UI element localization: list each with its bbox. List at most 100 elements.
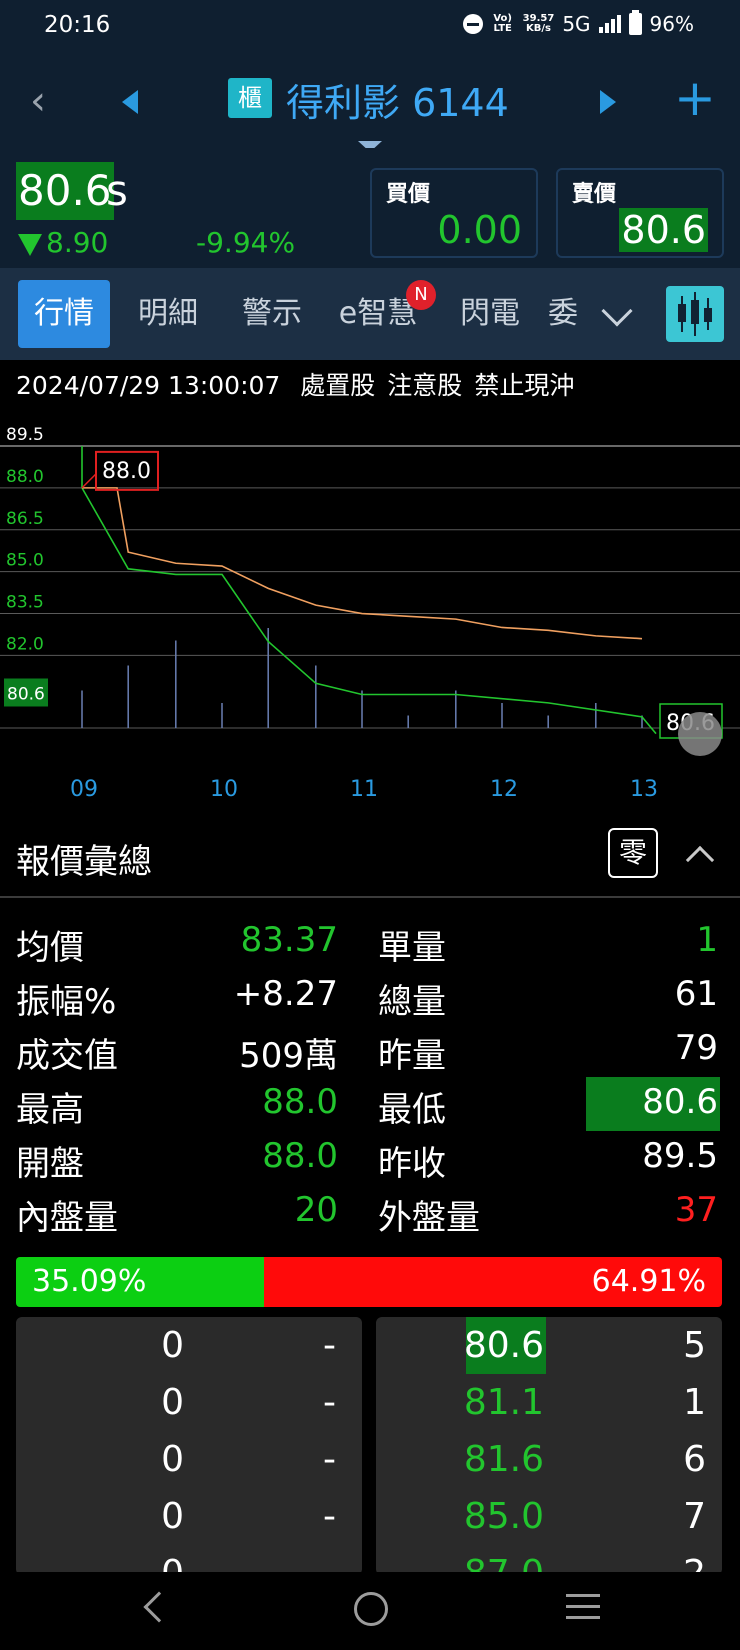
tab-alerts[interactable]: 警示 — [222, 280, 322, 348]
bid-price: - — [323, 1325, 336, 1366]
tab-bar: 行情 明細 警示 e智慧 N 閃電 委 — [0, 268, 740, 360]
ask-row: 85.0 7 — [376, 1488, 722, 1545]
stat-value: 88.0 — [262, 1136, 338, 1176]
system-recents-icon[interactable] — [566, 1594, 600, 1622]
bid-price: - — [323, 1439, 336, 1480]
tag-disposition: 處置股 — [300, 371, 376, 400]
outer-ratio: 64.91% — [263, 1257, 722, 1307]
stat-value: 80.6 — [642, 1082, 718, 1122]
bid-price: - — [323, 1382, 336, 1423]
down-arrow-icon — [18, 234, 42, 256]
stat-label: 最低 — [378, 1090, 446, 1130]
tag-no-daytrade: 禁止現沖 — [474, 371, 575, 400]
system-back-icon[interactable] — [143, 1591, 175, 1623]
network-type: 5G — [562, 12, 591, 36]
price-line — [81, 487, 657, 735]
bid-value: 0.00 — [437, 208, 522, 252]
summary-title: 報價彙總 — [16, 842, 152, 882]
high-marker-pointer — [81, 473, 97, 489]
x-tick-label: 10 — [210, 777, 238, 802]
y-tick-label: 82.0 — [6, 634, 44, 654]
back-icon[interactable]: ‹ — [30, 78, 46, 124]
stat-label: 單量 — [378, 928, 446, 968]
y-tick-label: 88.0 — [6, 467, 44, 487]
stat-label: 昨量 — [378, 1036, 446, 1076]
stock-title[interactable]: 得利影 6144 — [286, 72, 509, 127]
average-line — [82, 487, 643, 640]
last-price: 80.6 — [16, 162, 114, 220]
ask-price: 80.6 — [463, 1325, 544, 1366]
stat-row: 開盤 88.0 昨收 89.5 — [0, 1132, 740, 1186]
ask-price: 85.0 — [463, 1496, 544, 1537]
bid-volume: 0 — [161, 1439, 184, 1480]
ask-row: 81.6 6 — [376, 1431, 722, 1488]
bid-price-box: 買價 0.00 — [370, 168, 538, 258]
battery-level: 96% — [649, 12, 694, 36]
tab-quote[interactable]: 行情 — [18, 280, 110, 348]
stat-label: 昨收 — [378, 1144, 446, 1184]
stat-value: 88.0 — [262, 1082, 338, 1122]
tag-attention: 注意股 — [387, 371, 463, 400]
add-watchlist-icon[interactable]: + — [674, 70, 716, 126]
stat-label: 最高 — [16, 1090, 84, 1130]
status-icons: Vo) LTE 39.57 KB/s 5G 96% — [462, 10, 694, 36]
stat-value: 83.37 — [240, 920, 338, 960]
tab-flash[interactable]: 閃電 — [440, 280, 540, 348]
info-line: 2024/07/29 13:00:07 處置股 注意股 禁止現沖 — [16, 366, 586, 402]
high-marker-label: 88.0 — [102, 459, 151, 484]
bid-row: 0 — [16, 1545, 362, 1575]
x-tick-label: 11 — [350, 777, 378, 802]
stat-row: 最高 88.0 最低 80.6 — [0, 1078, 740, 1132]
bid-row: 0 - — [16, 1317, 362, 1374]
stat-value: 79 — [674, 1028, 718, 1068]
stat-value: 89.5 — [642, 1136, 718, 1176]
intraday-chart[interactable]: 89.588.086.585.083.582.080.688.080.60910… — [0, 412, 740, 812]
next-stock-icon[interactable] — [600, 90, 616, 114]
stat-label: 均價 — [16, 928, 84, 968]
ask-price-box: 賣價 80.6 — [556, 168, 724, 258]
stat-value: 61 — [674, 974, 718, 1014]
status-bar: 20:16 Vo) LTE 39.57 KB/s 5G 96% — [0, 0, 740, 56]
candlestick-icon — [678, 292, 712, 336]
bid-book: 0 - 0 - 0 - 0 - 0 — [16, 1317, 362, 1575]
bid-row: 0 - — [16, 1374, 362, 1431]
inner-ratio: 35.09% — [16, 1257, 264, 1307]
summary-header: 報價彙總 零 — [0, 820, 740, 898]
y-tick-label: 83.5 — [6, 593, 44, 613]
previous-stock-icon[interactable] — [122, 90, 138, 114]
battery-icon — [628, 10, 642, 35]
price-change-pct: -9.94% — [196, 226, 296, 259]
stat-label: 內盤量 — [16, 1198, 118, 1238]
x-tick-label: 12 — [490, 777, 518, 802]
ask-volume: 6 — [683, 1439, 706, 1480]
stat-row: 均價 83.37 單量 1 — [0, 916, 740, 970]
ask-row: 81.1 1 — [376, 1374, 722, 1431]
system-nav-bar — [0, 1572, 740, 1650]
stat-label: 總量 — [378, 982, 446, 1022]
market-badge: 櫃 — [228, 78, 272, 118]
ask-row: 87.0 2 — [376, 1545, 722, 1575]
ask-volume: 1 — [683, 1382, 706, 1423]
new-badge: N — [406, 280, 436, 310]
quote-panel: 80.6 s 8.90 -9.94% 買價 0.00 賣價 80.6 — [0, 148, 740, 268]
system-home-icon[interactable] — [354, 1592, 388, 1626]
ask-row: 80.6 5 — [376, 1317, 722, 1374]
ask-book: 80.6 5 81.1 1 81.6 6 85.0 7 87.0 2 — [376, 1317, 722, 1575]
signal-icon — [598, 15, 621, 33]
y-tick-label: 86.5 — [6, 509, 44, 529]
chevron-down-icon[interactable] — [601, 295, 633, 327]
network-speed-unit: KB/s — [526, 23, 551, 34]
y-tick-label: 85.0 — [6, 551, 44, 571]
tab-more-partial[interactable]: 委 — [548, 280, 582, 348]
bid-label: 買價 — [386, 182, 431, 207]
odd-lot-button[interactable]: 零 — [608, 828, 658, 878]
volte-indicator: Vo) LTE — [493, 13, 512, 34]
stat-label: 成交值 — [16, 1036, 118, 1076]
tab-details[interactable]: 明細 — [118, 280, 218, 348]
fullscreen-icon — [678, 712, 722, 756]
collapse-icon[interactable] — [685, 845, 715, 875]
stat-label: 振幅% — [16, 982, 117, 1022]
bid-row: 0 - — [16, 1431, 362, 1488]
clock: 20:16 — [44, 12, 111, 38]
candlestick-chart-button[interactable] — [666, 286, 724, 342]
